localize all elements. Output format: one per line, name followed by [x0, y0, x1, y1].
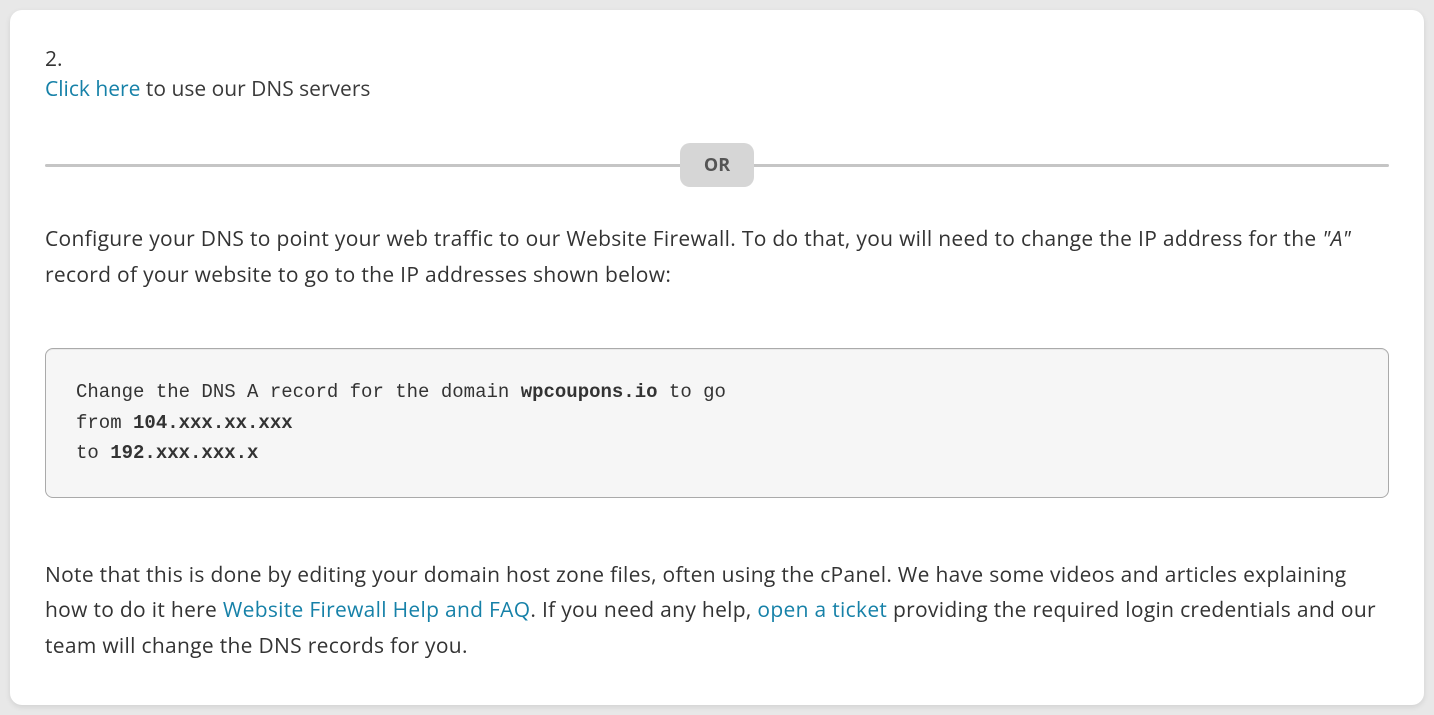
instruction-card: 2. Click here to use our DNS servers OR …	[10, 10, 1424, 705]
or-divider: OR	[45, 143, 1389, 187]
step-number: 2.	[45, 45, 1389, 73]
dns-option-line: Click here to use our DNS servers	[45, 75, 1389, 103]
divider-line-left	[45, 164, 688, 167]
configure-description: Configure your DNS to point your web tra…	[45, 222, 1389, 293]
code-line1-prefix: Change the DNS A record for the domain	[76, 381, 521, 403]
divider-line-right	[746, 164, 1389, 167]
use-dns-link[interactable]: Click here	[45, 75, 140, 103]
a-record-italic: "A"	[1322, 225, 1351, 253]
note-part2: . If you need any help,	[530, 596, 757, 624]
code-from-ip: 104.xxx.xx.xxx	[133, 412, 293, 434]
note-text: Note that this is done by editing your d…	[45, 558, 1389, 665]
faq-link[interactable]: Website Firewall Help and FAQ	[223, 596, 530, 624]
code-line1-suffix: to go	[658, 381, 726, 403]
code-line-3: to 192.xxx.xxx.x	[76, 438, 1358, 468]
code-line2-prefix: from	[76, 412, 133, 434]
code-to-ip: 192.xxx.xxx.x	[110, 442, 258, 464]
open-ticket-link[interactable]: open a ticket	[757, 596, 887, 624]
dns-code-box: Change the DNS A record for the domain w…	[45, 348, 1389, 497]
code-line-1: Change the DNS A record for the domain w…	[76, 377, 1358, 407]
code-line-2: from 104.xxx.xx.xxx	[76, 408, 1358, 438]
dns-option-text: to use our DNS servers	[140, 75, 370, 103]
or-badge: OR	[680, 143, 754, 187]
configure-text-after: record of your website to go to the IP a…	[45, 261, 671, 289]
code-line3-prefix: to	[76, 442, 110, 464]
configure-text-before: Configure your DNS to point your web tra…	[45, 225, 1322, 253]
code-domain: wpcoupons.io	[521, 381, 658, 403]
